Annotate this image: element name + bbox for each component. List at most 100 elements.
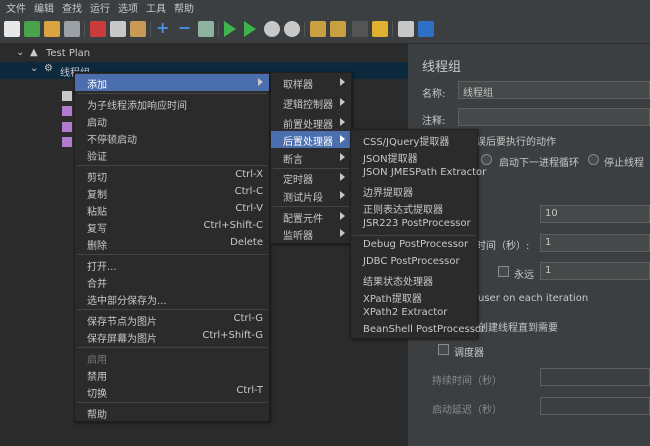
collapse-all-icon[interactable]: − [178, 20, 194, 36]
menu-help[interactable]: 帮助 [174, 0, 194, 15]
post-item-debug[interactable]: Debug PostProcessor [351, 237, 477, 254]
startup-delay-label: 启动延迟（秒） [432, 405, 502, 416]
paste-icon[interactable] [130, 21, 146, 37]
post-item-regex-extractor[interactable]: 正则表达式提取器 [351, 199, 477, 216]
menu-item-disable[interactable]: 禁用 [75, 366, 269, 383]
chevron-right-icon [340, 173, 345, 181]
post-item-css-jquery[interactable]: CSS/JQuery提取器 [351, 131, 477, 148]
templates-icon[interactable] [24, 21, 40, 37]
chevron-down-icon[interactable]: ⌄ [16, 47, 24, 58]
tree-node-test-plan[interactable]: Test Plan [46, 48, 90, 59]
clear-all-icon[interactable] [330, 21, 346, 37]
post-item-json-jmespath[interactable]: JSON JMESPath Extractor [351, 165, 486, 182]
thread-count-field[interactable]: 10 [540, 205, 650, 223]
menu-item-add-think-times[interactable]: 为子线程添加响应时间 [75, 95, 269, 112]
ramp-up-field[interactable]: 1 [540, 234, 650, 252]
submenu-item-config-element[interactable]: 配置元件 [271, 208, 351, 225]
menu-search[interactable]: 查找 [62, 0, 82, 15]
listener-icon [62, 137, 72, 147]
open-icon[interactable] [44, 21, 60, 37]
post-item-json-extractor[interactable]: JSON提取器 [351, 148, 477, 165]
post-item-beanshell[interactable]: BeanShell PostProcessor [351, 322, 485, 339]
post-item-jsr223[interactable]: JSR223 PostProcessor [351, 216, 477, 233]
forever-label: 永远 [514, 270, 534, 281]
menu-item-start[interactable]: 启动 [75, 112, 269, 129]
menu-item-save-screen-image[interactable]: 保存屏幕为图片 Ctrl+Shift-G [75, 328, 269, 345]
post-item-xpath2[interactable]: XPath2 Extractor [351, 305, 477, 322]
menu-item-merge[interactable]: 合并 [75, 273, 269, 290]
name-label: 名称: [422, 89, 446, 100]
submenu-item-sampler[interactable]: 取样器 [271, 74, 351, 91]
menu-item-toggle[interactable]: 切换 Ctrl-T [75, 383, 269, 400]
submenu-item-logic-controller[interactable]: 逻辑控制器 [271, 94, 351, 111]
submenu-item-post-processor[interactable]: 后置处理器 [271, 131, 351, 148]
comment-field[interactable] [458, 108, 650, 126]
menu-bar: 文件 编辑 查找 运行 选项 工具 帮助 [0, 0, 650, 15]
stop-icon[interactable] [264, 21, 280, 37]
menu-item-paste[interactable]: 粘贴 Ctrl-V [75, 201, 269, 218]
scheduler-checkbox[interactable] [438, 344, 449, 355]
menu-item-start-no-pause[interactable]: 不停顿启动 [75, 129, 269, 146]
forever-checkbox[interactable] [498, 266, 509, 277]
scheduler-label: 调度器 [454, 348, 484, 359]
menu-tools[interactable]: 工具 [146, 0, 166, 15]
panel-title: 线程组 [422, 60, 462, 75]
chevron-right-icon [340, 118, 345, 126]
submenu-item-assertion[interactable]: 断言 [271, 149, 351, 166]
sampler-icon [62, 91, 72, 101]
startup-delay-field[interactable] [540, 397, 650, 415]
reset-search-icon[interactable] [372, 21, 388, 37]
menu-item-cut[interactable]: 剪切 Ctrl-X [75, 167, 269, 184]
post-processor-submenu: CSS/JQuery提取器 JSON提取器 JSON JMESPath Extr… [350, 129, 486, 339]
menu-item-add[interactable]: 添加 [75, 74, 269, 91]
radio-next-loop[interactable] [481, 154, 492, 165]
save-icon[interactable] [64, 21, 80, 37]
duration-field[interactable] [540, 368, 650, 386]
post-item-boundary-extractor[interactable]: 边界提取器 [351, 182, 477, 199]
toggle-icon[interactable] [198, 21, 214, 37]
copy-icon[interactable] [110, 21, 126, 37]
loop-count-field[interactable]: 1 [540, 262, 650, 280]
ramp-up-label: 时间（秒）: [476, 241, 530, 252]
menu-file[interactable]: 文件 [6, 0, 26, 15]
menu-run[interactable]: 运行 [90, 0, 110, 15]
menu-item-delete[interactable]: 删除 Delete [75, 235, 269, 252]
name-field[interactable]: 线程组 [458, 81, 650, 99]
post-item-jdbc[interactable]: JDBC PostProcessor [351, 254, 477, 271]
menu-edit[interactable]: 编辑 [34, 0, 54, 15]
toolbar: + − [0, 14, 650, 44]
menu-item-save-node-image[interactable]: 保存节点为图片 Ctrl-G [75, 311, 269, 328]
comment-label: 注释: [422, 116, 446, 127]
expand-all-icon[interactable]: + [156, 20, 172, 36]
chevron-down-icon[interactable]: ⌄ [30, 63, 38, 74]
menu-item-copy[interactable]: 复制 Ctrl-C [75, 184, 269, 201]
radio-stop-thread[interactable] [588, 154, 599, 165]
menu-item-duplicate[interactable]: 复写 Ctrl+Shift-C [75, 218, 269, 235]
new-icon[interactable] [4, 21, 20, 37]
chevron-right-icon [340, 229, 345, 237]
post-item-result-status[interactable]: 结果状态处理器 [351, 271, 477, 288]
submenu-item-timer[interactable]: 定时器 [271, 169, 351, 186]
start-icon[interactable] [224, 21, 236, 37]
post-item-xpath[interactable]: XPath提取器 [351, 288, 477, 305]
submenu-item-pre-processor[interactable]: 前置处理器 [271, 114, 351, 131]
menu-item-save-selection-as[interactable]: 选中部分保存为... [75, 290, 269, 307]
shutdown-icon[interactable] [284, 21, 300, 37]
submenu-item-test-fragment[interactable]: 测试片段 [271, 187, 351, 204]
function-helper-icon[interactable] [398, 21, 414, 37]
chevron-right-icon [340, 153, 345, 161]
clear-icon[interactable] [310, 21, 326, 37]
search-icon[interactable] [352, 21, 368, 37]
gear-icon: ⚙ [44, 63, 53, 74]
cut-icon[interactable] [90, 21, 106, 37]
start-no-pause-icon[interactable] [244, 21, 256, 37]
duration-label: 持续时间（秒） [432, 376, 502, 387]
menu-options[interactable]: 选项 [118, 0, 138, 15]
help-icon[interactable] [418, 21, 434, 37]
delay-create-label: 创建线程直到需要 [478, 323, 558, 334]
menu-item-open[interactable]: 打开... [75, 256, 269, 273]
submenu-item-listener[interactable]: 监听器 [271, 225, 351, 242]
menu-item-validate[interactable]: 验证 [75, 146, 269, 163]
radio-next-loop-label: 启动下一进程循环 [499, 158, 579, 169]
menu-item-help[interactable]: 帮助 [75, 404, 269, 421]
